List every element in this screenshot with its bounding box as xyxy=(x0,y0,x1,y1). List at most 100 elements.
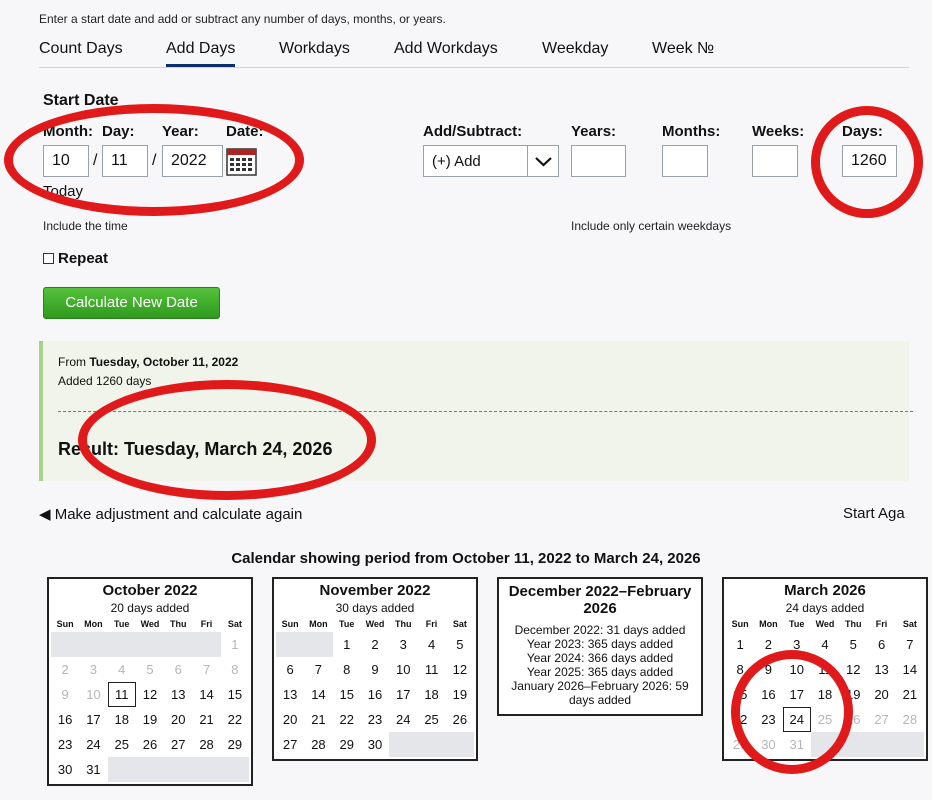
page: Enter a start date and add or subtract a… xyxy=(0,0,932,800)
calendar-day: 22 xyxy=(339,712,354,727)
weekday-header: Sun Mon Tue Wed Thu Fri Sat xyxy=(49,619,251,629)
day-grid: 1 2 3 4 5 6 7 8 9 10 11 12 13 14 15 16 17 18 19 20 21 22 23 24 2… xyxy=(274,632,476,759)
calendar-day: 30 xyxy=(57,762,73,777)
checkbox-box[interactable] xyxy=(43,253,54,264)
summary-title: December 2022–February 2026 xyxy=(508,583,692,617)
calendar-day: 6 xyxy=(286,662,294,677)
empty-day xyxy=(304,632,333,657)
weekday-label: Tue xyxy=(339,619,355,629)
calculate-button[interactable]: Calculate New Date xyxy=(43,287,220,319)
weekdays-link[interactable]: Include only certain weekdays xyxy=(571,219,731,233)
weekday-label: Sat xyxy=(452,619,467,629)
weekday-label: Fri xyxy=(875,619,888,629)
tab-add-workdays[interactable]: Add Workdays xyxy=(394,40,498,58)
result-from: From Tuesday, October 11, 2022 xyxy=(58,355,238,369)
months-input[interactable] xyxy=(662,145,708,177)
months-label: Months: xyxy=(662,123,721,140)
weekday-label: Tue xyxy=(789,619,805,629)
result-added: Added 1260 days xyxy=(58,374,152,388)
calendar-day: 29 xyxy=(227,737,243,752)
calendar-day: 12 xyxy=(142,687,158,702)
calendar-day: 4 xyxy=(821,637,829,652)
calendar-day: 4 xyxy=(427,637,436,652)
tab-count-days[interactable]: Count Days xyxy=(39,40,123,58)
weekday-label: Fri xyxy=(425,619,438,629)
from-prefix: From xyxy=(58,355,90,369)
start-again-link[interactable]: Start Aga xyxy=(843,505,905,522)
calendar-day: 1 xyxy=(231,637,239,652)
month-added: 24 days added xyxy=(785,601,865,615)
include-time-link[interactable]: Include the time xyxy=(43,219,128,233)
summary-calendar: December 2022–February 2026 December 202… xyxy=(497,577,703,716)
add-subtract-select[interactable]: (+) Add xyxy=(423,145,559,177)
empty-day xyxy=(445,732,474,757)
calendar-day: 18 xyxy=(114,712,129,727)
calendar-day: 19 xyxy=(142,712,158,727)
weekday-label: Sat xyxy=(902,619,917,629)
calendar-day: 2 xyxy=(371,637,379,652)
adjust-link[interactable]: ◀ Make adjustment and calculate again xyxy=(39,505,302,523)
empty-day xyxy=(389,732,418,757)
weekday-header: Sun Mon Tue Wed Thu Fri Sat xyxy=(274,619,476,629)
tab-weekday[interactable]: Weekday xyxy=(542,40,608,58)
empty-day xyxy=(220,757,249,782)
years-input[interactable] xyxy=(571,145,626,177)
calendar-day: 5 xyxy=(849,637,857,652)
weeks-label: Weeks: xyxy=(752,123,805,140)
empty-day xyxy=(51,632,80,657)
calendar-day: 26 xyxy=(452,712,468,727)
summary-line: December 2022: 31 days added xyxy=(514,623,686,637)
tab-week-number[interactable]: Week № xyxy=(652,40,714,58)
calendar-day: 12 xyxy=(452,662,468,677)
weekday-label: Wed xyxy=(140,619,160,629)
annotation-circle xyxy=(4,104,304,216)
calendar-day: 6 xyxy=(877,637,886,652)
weekday-label: Mon xyxy=(759,619,778,629)
calendar-day: 13 xyxy=(874,662,889,677)
empty-day xyxy=(867,732,896,757)
weeks-input[interactable] xyxy=(752,145,798,177)
empty-day xyxy=(164,632,193,657)
calendar-day: 15 xyxy=(339,687,354,702)
month-name: November 2022 xyxy=(319,582,431,599)
empty-day xyxy=(107,757,136,782)
calendar-day: 7 xyxy=(202,662,211,677)
calendar-day: 24 xyxy=(86,737,101,752)
years-label: Years: xyxy=(571,123,617,140)
calendar-day: 17 xyxy=(86,712,101,727)
calendar-day: 25 xyxy=(424,712,439,727)
calendar-day: 27 xyxy=(874,712,889,727)
calendar-title: Calendar showing period from October 11,… xyxy=(231,550,701,567)
empty-day xyxy=(192,757,221,782)
weekday-label: Fri xyxy=(200,619,213,629)
calendar-day: 1 xyxy=(736,637,744,652)
tab-add-days[interactable]: Add Days xyxy=(166,40,236,67)
chevron-down-icon[interactable] xyxy=(527,146,558,176)
add-subtract-label: Add/Subtract: xyxy=(423,123,523,140)
calendar-day: 18 xyxy=(424,687,439,702)
annotation-circle xyxy=(731,650,853,774)
calendar-day: 14 xyxy=(902,662,918,677)
calendar-day: 20 xyxy=(874,687,889,702)
calendar-day: 14 xyxy=(199,687,214,702)
calendar-day: 11 xyxy=(424,662,439,677)
calendar-day: 22 xyxy=(227,712,243,727)
calendar-day: 9 xyxy=(371,662,379,677)
empty-day xyxy=(417,732,446,757)
repeat-checkbox[interactable]: Repeat xyxy=(43,250,108,267)
weekday-label: Mon xyxy=(309,619,328,629)
calendar-day: 27 xyxy=(171,737,186,752)
calendar-day: 13 xyxy=(171,687,186,702)
empty-day xyxy=(107,632,136,657)
calendar-day: 5 xyxy=(456,637,464,652)
month-calendar: October 2022 20 days added Sun Mon Tue Wed T… xyxy=(47,577,253,786)
calendar-day: 11 xyxy=(107,682,136,707)
calendar-day: 28 xyxy=(199,737,214,752)
calendar-day: 27 xyxy=(282,737,298,752)
calendar-day: 2 xyxy=(61,662,69,677)
add-subtract-value: (+) Add xyxy=(432,153,481,170)
intro-text: Enter a start date and add or subtract a… xyxy=(39,12,446,26)
tab-workdays[interactable]: Workdays xyxy=(279,40,350,58)
calendar-day: 10 xyxy=(396,662,411,677)
calendar-day: 13 xyxy=(282,687,298,702)
